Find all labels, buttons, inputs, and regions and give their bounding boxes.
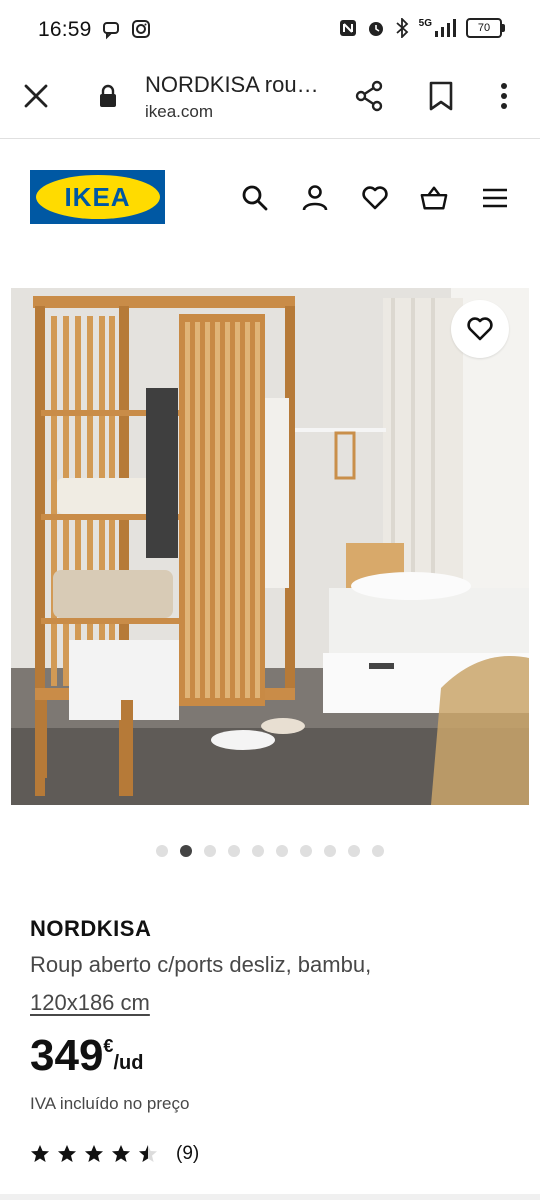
price: 349 € /ud bbox=[30, 1032, 143, 1080]
ikea-logo-text: IKEA bbox=[64, 181, 131, 212]
product-rating[interactable]: (9) bbox=[30, 1143, 199, 1165]
gallery-dot[interactable] bbox=[156, 845, 168, 857]
gallery-dot[interactable] bbox=[324, 845, 336, 857]
ikea-logo-oval: IKEA bbox=[35, 175, 160, 219]
rating-stars bbox=[30, 1144, 158, 1164]
bookmark-icon[interactable] bbox=[428, 80, 454, 112]
price-integer: 349 bbox=[30, 1031, 104, 1080]
browser-url[interactable]: ikea.com bbox=[145, 102, 213, 122]
star-icon bbox=[85, 1145, 103, 1162]
ikea-logo[interactable]: IKEA bbox=[30, 170, 165, 224]
battery-level: 70 bbox=[477, 22, 491, 34]
share-icon[interactable] bbox=[354, 80, 384, 112]
battery-icon: 70 bbox=[466, 18, 505, 38]
product-description: Roup aberto c/ports desliz, bambu, bbox=[30, 952, 372, 977]
more-vert-icon[interactable] bbox=[496, 80, 512, 112]
status-bar: 16:59 5G 70 bbox=[0, 0, 540, 62]
price-currency: € bbox=[103, 1036, 114, 1056]
search-icon[interactable] bbox=[241, 184, 269, 212]
gallery-dot[interactable] bbox=[180, 845, 192, 857]
basket-icon[interactable] bbox=[420, 184, 448, 212]
instagram-icon bbox=[132, 20, 150, 38]
signal-icon bbox=[435, 19, 456, 37]
star-icon bbox=[31, 1145, 49, 1162]
nfc-icon bbox=[339, 20, 356, 36]
alarm-icon bbox=[368, 22, 383, 36]
heart-icon bbox=[467, 317, 493, 341]
site-header: IKEA bbox=[0, 138, 540, 258]
gallery-dot[interactable] bbox=[204, 845, 216, 857]
status-right: 5G 70 bbox=[339, 17, 505, 38]
star-icon bbox=[112, 1145, 130, 1162]
status-app-icons bbox=[102, 20, 150, 40]
gallery-dot[interactable] bbox=[276, 845, 288, 857]
menu-icon[interactable] bbox=[481, 184, 509, 212]
star-icon bbox=[139, 1145, 157, 1162]
lock-icon[interactable] bbox=[98, 84, 118, 108]
heart-icon[interactable] bbox=[361, 184, 389, 212]
browser-page-title[interactable]: NORDKISA rou… bbox=[145, 72, 319, 98]
gallery-dot[interactable] bbox=[228, 845, 240, 857]
star-icon bbox=[58, 1145, 76, 1162]
close-icon[interactable] bbox=[22, 82, 50, 110]
status-time: 16:59 bbox=[38, 18, 92, 41]
product-image[interactable] bbox=[11, 288, 529, 805]
add-to-favourites-button[interactable] bbox=[451, 300, 509, 358]
page-bottom-divider bbox=[0, 1194, 540, 1200]
gallery-dot[interactable] bbox=[300, 845, 312, 857]
product-name: NORDKISA bbox=[30, 916, 152, 941]
gallery-dot[interactable] bbox=[348, 845, 360, 857]
network-label: 5G bbox=[418, 17, 432, 29]
browser-toolbar: NORDKISA rou… ikea.com bbox=[0, 62, 540, 139]
product-size-link[interactable]: 120x186 cm bbox=[30, 990, 150, 1016]
gallery-dot[interactable] bbox=[372, 845, 384, 857]
gallery-pagination bbox=[0, 845, 540, 857]
account-icon[interactable] bbox=[301, 184, 329, 212]
chat-bubble-icon bbox=[103, 22, 119, 40]
product-photo-illustration bbox=[11, 288, 529, 805]
vat-note: IVA incluído no preço bbox=[30, 1094, 190, 1113]
rating-count[interactable]: (9) bbox=[176, 1143, 199, 1165]
gallery-dot[interactable] bbox=[252, 845, 264, 857]
price-unit: /ud bbox=[113, 1052, 144, 1074]
bluetooth-icon bbox=[396, 18, 408, 38]
